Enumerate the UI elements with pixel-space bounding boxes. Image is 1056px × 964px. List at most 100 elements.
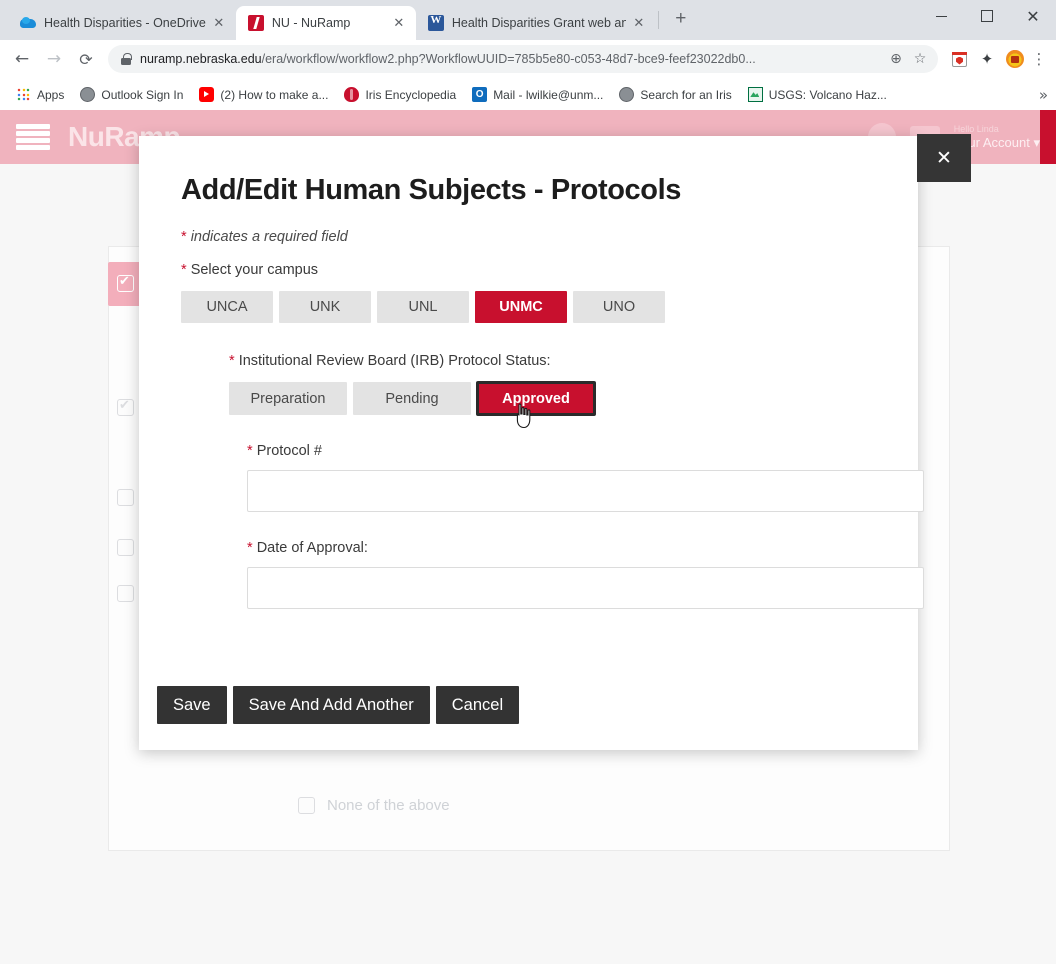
bookmarks-bar: Apps Outlook Sign In (2) How to make a..… <box>0 78 1056 112</box>
browser-tab-2[interactable]: NU - NuRamp ✕ <box>235 6 416 40</box>
browser-tab-3[interactable]: Health Disparities Grant web ann ✕ <box>416 6 656 40</box>
campus-option-uno[interactable]: UNO <box>573 291 665 323</box>
required-star: * <box>247 540 253 556</box>
bookmark-label: Outlook Sign In <box>101 87 184 102</box>
campus-option-unk[interactable]: UNK <box>279 291 371 323</box>
address-bar[interactable]: nuramp.nebraska.edu/era/workflow/workflo… <box>108 45 938 73</box>
word-icon <box>427 14 444 31</box>
bookmark-usgs[interactable]: USGS: Volcano Haz... <box>740 82 895 108</box>
nu-icon <box>247 15 264 31</box>
approval-date-label: * Date of Approval: <box>247 540 878 556</box>
protocol-number-field: * Protocol # <box>247 443 924 512</box>
usgs-icon <box>747 87 763 102</box>
irb-label: * Institutional Review Board (IRB) Proto… <box>229 353 878 369</box>
puzzle-extension-icon[interactable]: ✦ <box>974 46 1000 72</box>
window-controls: ✕ <box>918 0 1056 32</box>
tab-title: Health Disparities Grant web ann <box>451 16 626 30</box>
window-close-button[interactable]: ✕ <box>1010 0 1056 32</box>
irb-option-approved[interactable]: Approved <box>477 382 595 415</box>
bookmark-apps[interactable]: Apps <box>8 82 72 108</box>
bookmark-label: Iris Encyclopedia <box>365 87 457 102</box>
add-edit-human-subjects-modal: ✕ Add/Edit Human Subjects - Protocols * … <box>139 134 971 750</box>
tab-close-icon[interactable]: ✕ <box>210 14 228 32</box>
apps-grid-icon <box>16 87 31 102</box>
forward-icon[interactable]: → <box>40 45 68 73</box>
campus-option-unmc[interactable]: UNMC <box>475 291 567 323</box>
approval-date-label-text: Date of Approval: <box>256 540 368 556</box>
modal-close-button[interactable]: ✕ <box>917 134 971 182</box>
irb-option-pending[interactable]: Pending <box>353 382 471 415</box>
bookmark-star-icon[interactable]: ☆ <box>908 47 932 71</box>
irb-section: * Institutional Review Board (IRB) Proto… <box>229 353 878 415</box>
checkbox-icon[interactable] <box>117 539 134 556</box>
bookmark-label: Mail - lwilkie@unm... <box>493 87 604 102</box>
browser-menu-icon[interactable]: ⋮ <box>1030 46 1048 72</box>
outlook-icon <box>472 87 488 102</box>
url-text: nuramp.nebraska.edu/era/workflow/workflo… <box>140 45 884 73</box>
browser-chrome: Health Disparities - OneDrive ✕ NU - NuR… <box>0 0 1056 112</box>
shield-extension-icon[interactable] <box>946 46 972 72</box>
bookmark-mail[interactable]: Mail - lwilkie@unm... <box>464 82 611 108</box>
bookmark-outlook-sign-in[interactable]: Outlook Sign In <box>72 82 191 108</box>
globe-icon <box>80 87 96 102</box>
reload-icon[interactable]: ⟳ <box>72 45 100 73</box>
bookmark-label: Apps <box>37 87 65 102</box>
tab-title: NU - NuRamp <box>271 16 351 30</box>
checkbox-icon[interactable] <box>117 397 134 416</box>
required-star: * <box>181 229 187 245</box>
campus-button-group: UNCA UNK UNL UNMC UNO <box>181 291 878 323</box>
cancel-button[interactable]: Cancel <box>435 686 520 724</box>
bookmark-search-for-an-iris[interactable]: Search for an Iris <box>611 82 739 108</box>
youtube-icon <box>199 87 215 102</box>
extension-icons: ✦ ⋮ <box>944 46 1048 72</box>
required-field-note: * indicates a required field <box>181 229 878 245</box>
protocol-number-input[interactable] <box>247 470 924 512</box>
bookmark-iris-encyclopedia[interactable]: Iris Encyclopedia <box>336 82 464 108</box>
browser-tab-1[interactable]: Health Disparities - OneDrive ✕ <box>8 6 236 40</box>
required-star: * <box>181 262 187 278</box>
required-star: * <box>229 353 235 369</box>
save-and-add-another-button[interactable]: Save And Add Another <box>232 686 430 724</box>
bookmarks-overflow-icon[interactable]: » <box>1039 86 1048 104</box>
irb-option-preparation[interactable]: Preparation <box>229 382 347 415</box>
tab-close-icon[interactable]: ✕ <box>630 14 648 32</box>
modal-footer: Save Save And Add Another Cancel <box>139 686 918 750</box>
campus-label: * Select your campus <box>181 262 878 278</box>
minimize-button[interactable] <box>918 0 964 32</box>
share-icon[interactable]: ⊕ <box>884 47 908 71</box>
browser-toolbar: ← → ⟳ nuramp.nebraska.edu/era/workflow/w… <box>0 40 1056 78</box>
bookmark-how-to-make[interactable]: (2) How to make a... <box>191 82 336 108</box>
tab-strip: Health Disparities - OneDrive ✕ NU - NuR… <box>0 0 1056 40</box>
tab-close-icon[interactable]: ✕ <box>390 14 408 32</box>
bookmark-label: Search for an Iris <box>640 87 732 102</box>
approval-date-input[interactable] <box>247 567 924 609</box>
lock-icon <box>120 53 132 65</box>
checkbox-icon[interactable] <box>298 797 315 814</box>
url-path: /era/workflow/workflow2.php?WorkflowUUID… <box>261 52 756 66</box>
profile-avatar-icon[interactable] <box>1002 46 1028 72</box>
new-tab-button[interactable]: + <box>667 6 695 34</box>
modal-title: Add/Edit Human Subjects - Protocols <box>181 174 681 206</box>
back-icon[interactable]: ← <box>8 45 36 73</box>
background-none-of-above-row[interactable]: None of the above <box>298 797 450 814</box>
bookmark-label: (2) How to make a... <box>220 87 329 102</box>
protocol-number-label-text: Protocol # <box>256 443 322 459</box>
checkbox-icon[interactable] <box>117 273 134 292</box>
tab-divider <box>657 11 659 29</box>
save-button[interactable]: Save <box>157 686 227 724</box>
tab-title: Health Disparities - OneDrive <box>44 16 206 30</box>
header-endcap <box>1040 110 1056 164</box>
iris-icon <box>344 87 360 102</box>
maximize-button[interactable] <box>964 0 1010 32</box>
none-of-the-above-label: None of the above <box>327 797 450 814</box>
globe-icon <box>619 87 635 102</box>
hamburger-menu-icon[interactable] <box>16 124 50 150</box>
modal-body: Add/Edit Human Subjects - Protocols * in… <box>139 136 924 609</box>
bookmark-label: USGS: Volcano Haz... <box>768 87 887 102</box>
checkbox-icon[interactable] <box>117 585 134 602</box>
campus-option-unl[interactable]: UNL <box>377 291 469 323</box>
campus-label-text: Select your campus <box>190 262 319 278</box>
irb-label-text: Institutional Review Board (IRB) Protoco… <box>238 353 551 369</box>
checkbox-icon[interactable] <box>117 489 134 506</box>
campus-option-unca[interactable]: UNCA <box>181 291 273 323</box>
